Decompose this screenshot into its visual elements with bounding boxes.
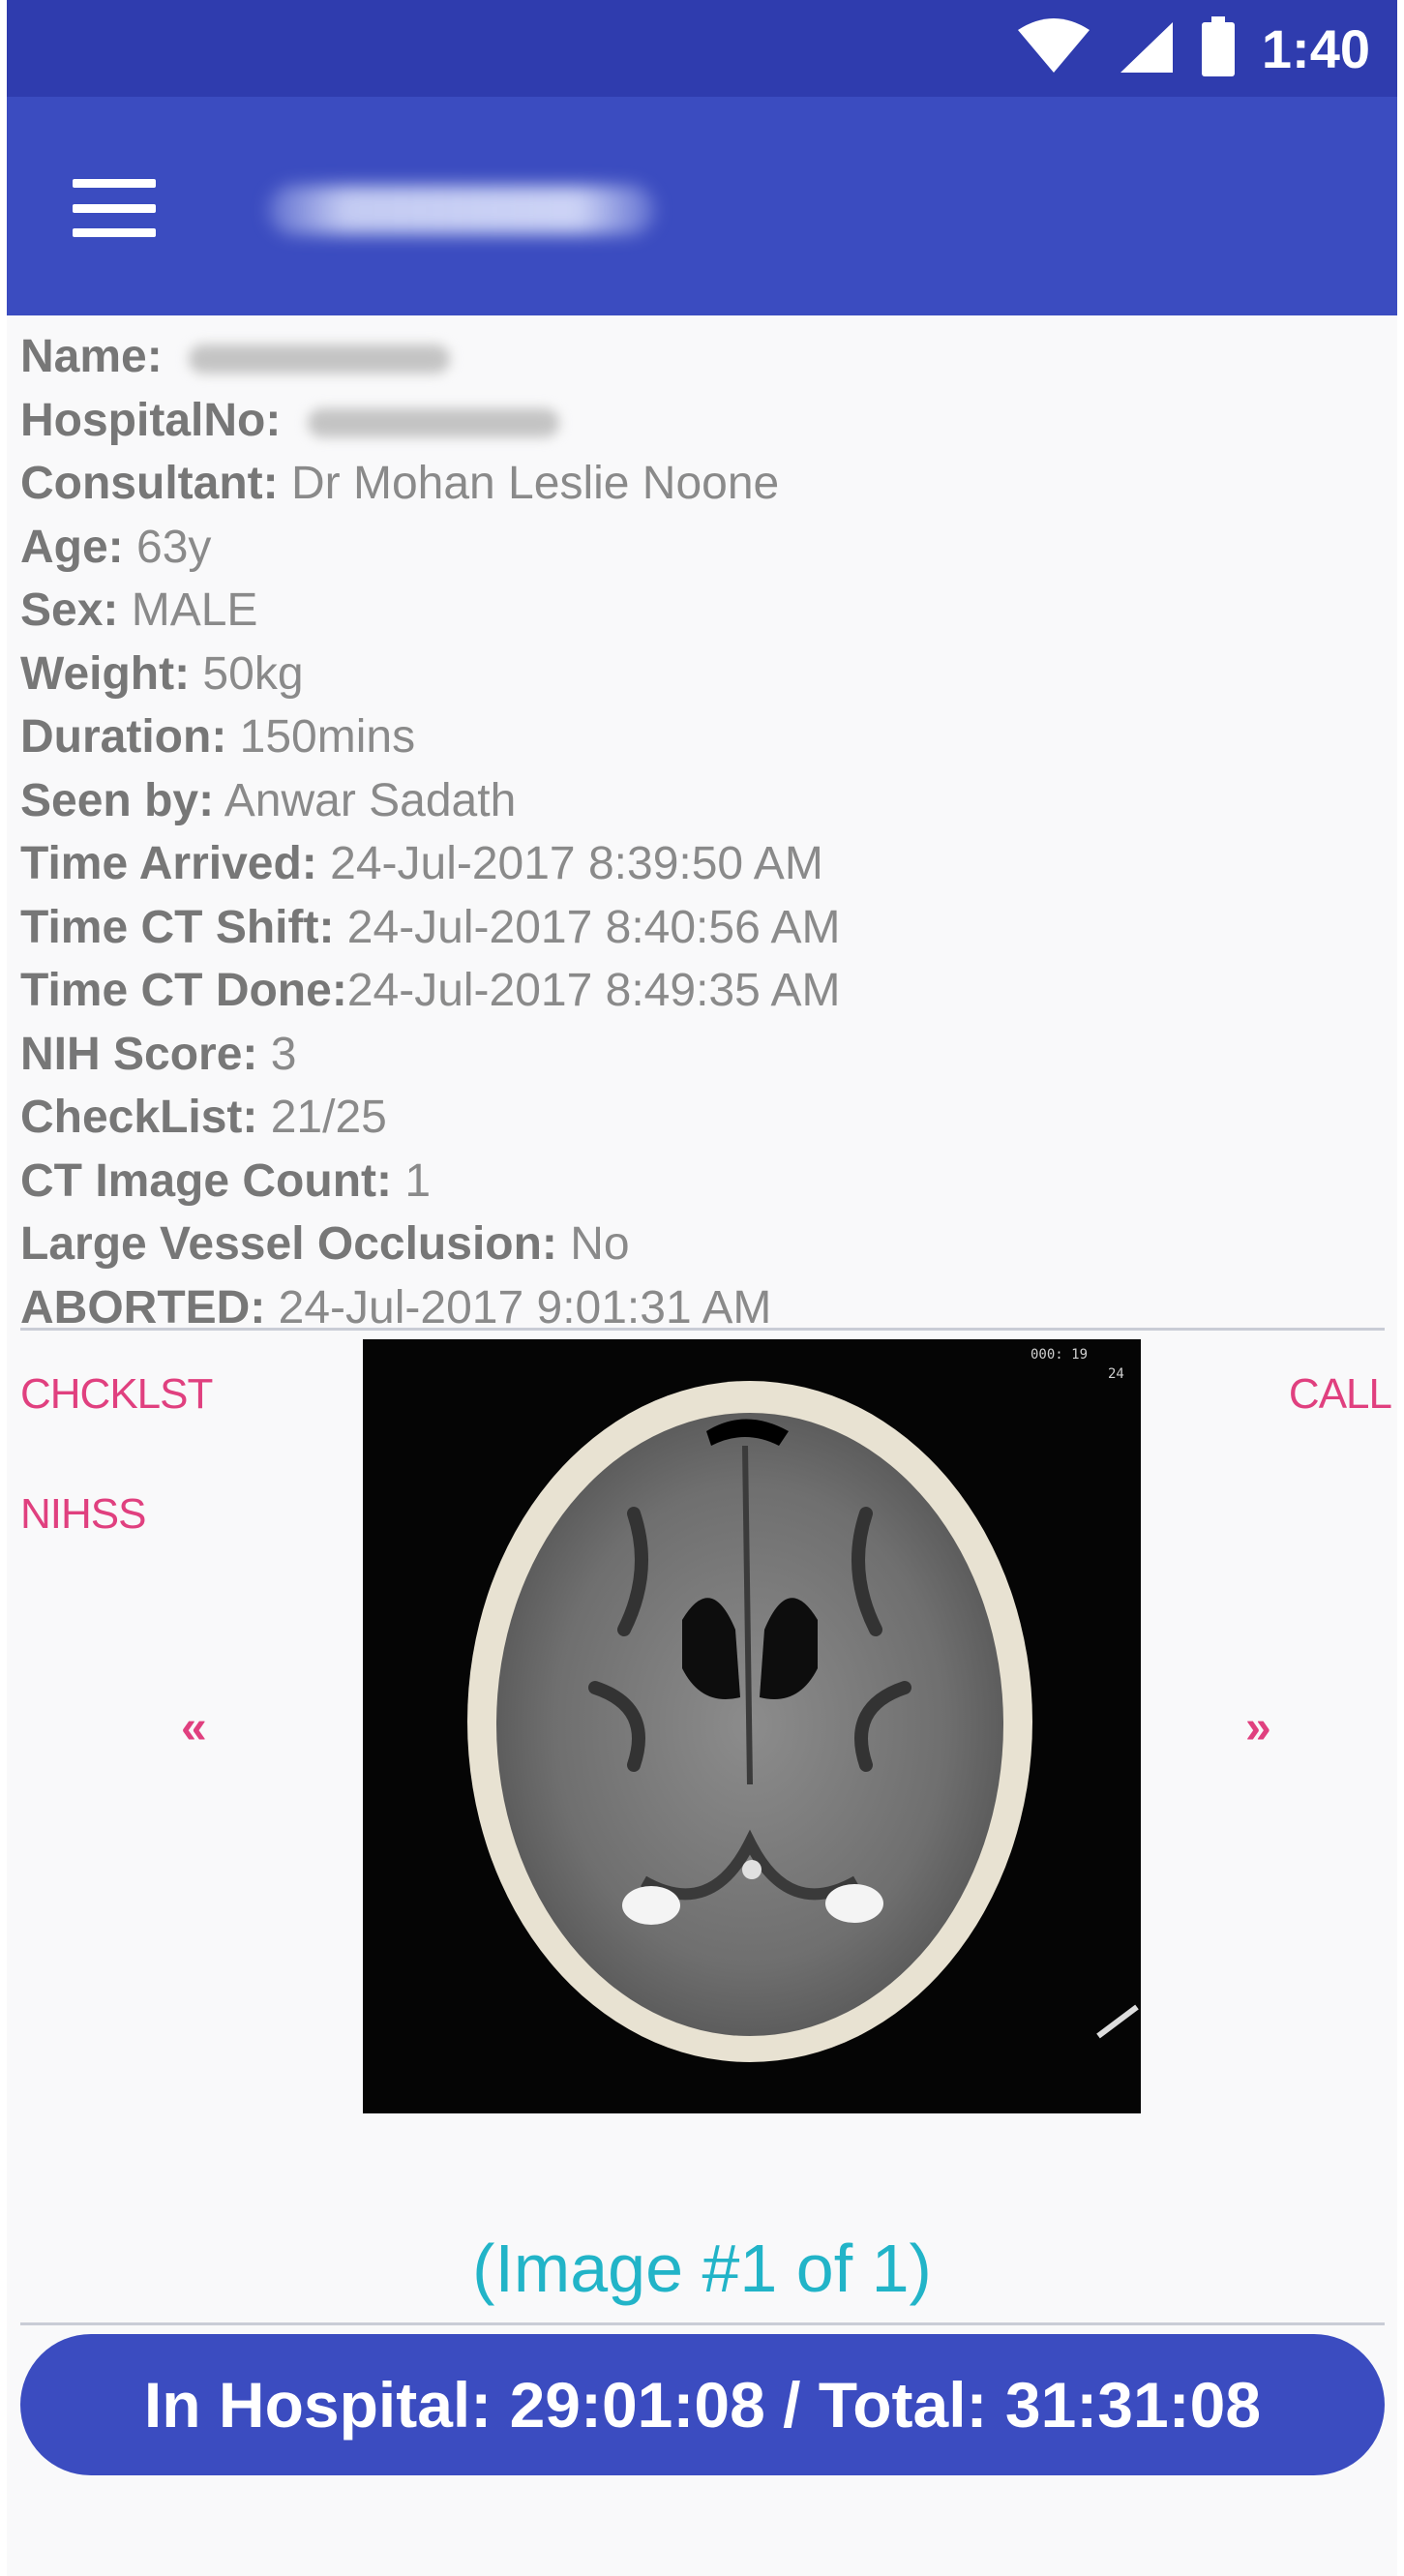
status-time: 1:40 [1261,17,1370,79]
row-weight: Weight: 50kg [20,647,304,700]
next-image-button[interactable]: » [1245,1701,1271,1754]
svg-text:24: 24 [1108,1366,1124,1382]
row-seen-by: Seen by: Anwar Sadath [20,774,517,826]
ct-scan-image[interactable]: 000: 19 24 [363,1339,1141,2113]
image-counter: (Image #1 of 1) [472,2231,932,2306]
status-icons: 1:40 [1016,14,1370,83]
row-time-ct-shift: Time CT Shift: 24-Jul-2017 8:40:56 AM [20,901,841,953]
cell-signal-icon [1117,18,1175,79]
row-time-arrived: Time Arrived: 24-Jul-2017 8:39:50 AM [20,838,823,889]
wifi-icon [1016,17,1091,79]
row-sex: Sex: MALE [20,584,258,636]
name-redacted [189,344,451,374]
row-consultant: Consultant: Dr Mohan Leslie Noone [20,458,780,509]
timer-bar[interactable]: In Hospital: 29:01:08 / Total: 31:31:08 [20,2334,1385,2475]
row-large-vessel-occlusion: Large Vessel Occlusion: No [20,1218,630,1270]
row-checklist: CheckList: 21/25 [20,1092,387,1143]
divider-top [20,1328,1385,1331]
checklist-button[interactable]: CHCKLST [20,1370,213,1419]
hamburger-menu-icon[interactable] [73,179,156,237]
row-age: Age: 63y [20,521,212,573]
app-bar [7,97,1397,315]
timer-text: In Hospital: 29:01:08 / Total: 31:31:08 [143,2369,1262,2441]
patient-info: Name: HospitalNo: Consultant: Dr Mohan L… [20,325,1375,1339]
row-duration: Duration: 150mins [20,711,416,763]
row-name: Name: [20,325,1375,389]
prev-image-button[interactable]: « [181,1701,207,1754]
svg-text:000: 19: 000: 19 [1031,1347,1088,1363]
nihss-button[interactable]: NIHSS [20,1490,146,1539]
row-nih-score: NIH Score: 3 [20,1028,297,1080]
row-hospital-no: HospitalNo: [20,389,1375,453]
row-ct-image-count: CT Image Count: 1 [20,1154,432,1207]
status-bar: 1:40 [7,0,1397,97]
row-time-ct-done: Time CT Done:24-Jul-2017 8:49:35 AM [20,965,841,1016]
phone-screen: 1:40 Name: HospitalNo: Consultant: Dr Mo… [7,0,1397,2576]
hospital-no-redacted [307,407,559,437]
divider-bottom [20,2322,1385,2325]
call-button[interactable]: CALL [1289,1370,1392,1419]
battery-icon [1200,15,1237,81]
app-title-redacted [268,186,655,234]
